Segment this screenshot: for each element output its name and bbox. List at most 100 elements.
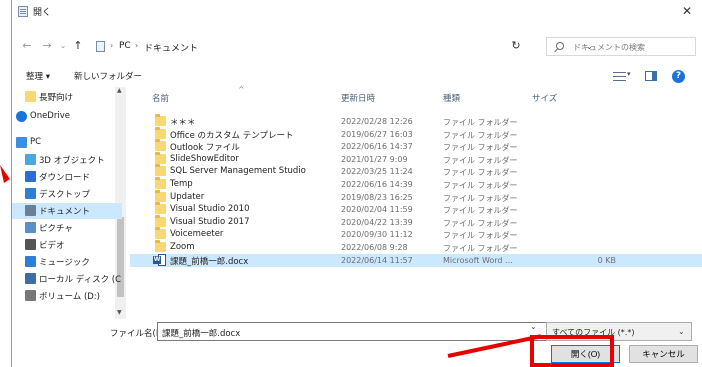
sidebar-item[interactable]: 長野向け bbox=[12, 89, 122, 105]
cancel-button[interactable]: キャンセル bbox=[629, 345, 698, 363]
sidebar-item-label: ボリューム (D:) bbox=[39, 292, 100, 302]
cell-name: Updater bbox=[170, 191, 205, 202]
folder-icon bbox=[155, 177, 166, 189]
sidebar-item[interactable]: ドキュメント bbox=[12, 203, 122, 219]
chevron-down-icon: ⌄ bbox=[678, 327, 685, 336]
column-header-type[interactable]: 種類 bbox=[443, 92, 460, 104]
chevron-down-icon: ⌄ bbox=[59, 41, 67, 50]
table-row[interactable]: Outlook ファイル 2022/06/16 14:37 ファイル フォルダー bbox=[130, 139, 702, 153]
sidebar-item-label: ダウンロード bbox=[39, 173, 91, 183]
table-row[interactable]: Visual Studio 2017 2020/04/22 13:39 ファイル フ… bbox=[130, 214, 702, 229]
documents-icon bbox=[96, 41, 105, 52]
cell-date: 2020/04/22 13:39 bbox=[341, 217, 413, 227]
sidebar-item[interactable]: OneDrive bbox=[12, 109, 122, 125]
sidebar-item[interactable]: ミュージック bbox=[12, 254, 122, 270]
cell-type: ファイル フォルダー bbox=[443, 181, 518, 190]
sidebar-item[interactable]: ピクチャ bbox=[12, 220, 122, 236]
cell-name: 課題_前橋一郎.docx bbox=[170, 256, 249, 267]
table-row[interactable]: Voicemeeter 2020/09/30 11:12 ファイル フォルダー bbox=[130, 227, 702, 241]
view-dropdown-icon[interactable]: ▾ bbox=[627, 70, 631, 78]
cell-type: ファイル フォルダー bbox=[443, 218, 518, 228]
table-row[interactable]: W 課題_前橋一郎.docx 2022/06/14 11:57 Microsoft W… bbox=[130, 253, 702, 267]
folder-icon bbox=[155, 164, 166, 177]
column-header-date[interactable]: 更新日時 bbox=[341, 92, 375, 104]
pc-icon bbox=[16, 137, 27, 148]
cell-date: 2022/03/25 11:24 bbox=[341, 167, 413, 177]
breadcrumb-separator: › bbox=[135, 41, 139, 50]
recent-locations-button[interactable]: ⌄ bbox=[56, 39, 70, 53]
arrow-right-icon: → bbox=[42, 39, 52, 52]
cell-name: Office のカスタム テンプレート bbox=[170, 130, 294, 141]
cell-type: ファイル フォルダー bbox=[443, 193, 518, 203]
forward-button[interactable]: → bbox=[40, 39, 54, 53]
word-document-icon: W bbox=[153, 253, 167, 266]
video-icon bbox=[25, 239, 36, 250]
sidebar-item[interactable]: 3D オブジェクト bbox=[12, 152, 122, 168]
dialog-icon bbox=[18, 6, 28, 17]
view-options-icon[interactable] bbox=[613, 71, 626, 82]
preview-pane-icon[interactable] bbox=[645, 71, 657, 81]
folder-icon bbox=[25, 91, 36, 102]
table-row[interactable]: Visual Studio 2010 2020/02/04 11:59 ファイル フ… bbox=[130, 202, 702, 216]
back-button[interactable]: ← bbox=[20, 39, 34, 53]
chevron-down-icon[interactable]: ⌄ bbox=[530, 322, 537, 331]
cell-name: Zoom bbox=[170, 242, 195, 252]
column-header-size[interactable]: サイズ bbox=[532, 92, 557, 104]
sidebar-item[interactable]: ビデオ bbox=[12, 237, 122, 253]
table-row[interactable]: Temp 2022/06/16 14:39 ファイル フォルダー bbox=[130, 177, 702, 191]
cell-date: 2022/06/16 14:37 bbox=[341, 142, 413, 152]
refresh-button[interactable]: ↻ bbox=[509, 39, 523, 53]
help-icon[interactable]: ? bbox=[672, 70, 685, 83]
cell-date: 2020/02/04 11:59 bbox=[341, 205, 413, 215]
search-input[interactable]: ドキュメントの検索 bbox=[573, 42, 645, 53]
sidebar-item-label: ドキュメント bbox=[39, 207, 91, 217]
dialog-title: 開く bbox=[33, 8, 52, 18]
table-row[interactable]: Updater 2019/08/23 16:25 ファイル フォルダー bbox=[130, 189, 702, 204]
search-box[interactable]: ドキュメントの検索 bbox=[546, 37, 696, 56]
folder-icon bbox=[155, 214, 166, 227]
address-bar[interactable]: › PC › ドキュメント ⌄ bbox=[93, 37, 593, 57]
folder-icon bbox=[155, 189, 166, 202]
sidebar-item[interactable]: PC bbox=[12, 135, 122, 151]
title-bar: 開く ✕ bbox=[12, 0, 702, 22]
folder-icon bbox=[155, 151, 166, 164]
table-row[interactable]: Office のカスタム テンプレート 2019/06/27 16:03 ファイル … bbox=[130, 126, 702, 141]
navigation-bar: ← → ⌄ ↑ › PC › ドキュメント ⌄ ↻ ドキュメントの検索 bbox=[12, 35, 702, 59]
cell-date: 2019/08/23 16:25 bbox=[341, 192, 413, 202]
sidebar-item-label: デスクトップ bbox=[39, 190, 91, 200]
folder-icon bbox=[155, 227, 166, 240]
sidebar-item-label: ローカル ディスク (C bbox=[39, 275, 122, 285]
column-header-name[interactable]: 名前 bbox=[152, 92, 169, 104]
folder-icon bbox=[155, 139, 166, 152]
sidebar-item[interactable]: ローカル ディスク (C bbox=[12, 271, 122, 287]
cell-size: 0 KB bbox=[597, 255, 616, 265]
cell-name: SQL Server Management Studio bbox=[170, 166, 306, 177]
sidebar-item[interactable]: デスクトップ bbox=[12, 186, 122, 202]
folder-icon bbox=[155, 202, 166, 215]
cell-name: Visual Studio 2017 bbox=[170, 216, 250, 227]
cell-type: ファイル フォルダー bbox=[443, 168, 518, 178]
sidebar-item[interactable]: ボリューム (D:) bbox=[12, 288, 122, 304]
table-row[interactable]: SQL Server Management Studio 2022/03/25 1… bbox=[130, 164, 702, 178]
table-row[interactable]: SlideShowEditor 2021/01/27 9:09 ファイル フォルダー bbox=[130, 151, 702, 166]
arrow-left-icon: ← bbox=[22, 39, 32, 52]
cell-date: 2020/09/30 11:12 bbox=[341, 230, 413, 240]
cell-type: ファイル フォルダー bbox=[443, 130, 518, 140]
new-folder-button[interactable]: 新しいフォルダー bbox=[74, 70, 142, 82]
drive-icon bbox=[25, 290, 36, 301]
table-row[interactable]: Zoom 2022/06/08 9:28 ファイル フォルダー bbox=[130, 240, 702, 254]
filename-input[interactable]: 課題_前橋一郎.docx bbox=[157, 322, 555, 341]
up-button[interactable]: ↑ bbox=[71, 39, 85, 53]
desktop-icon bbox=[25, 188, 36, 199]
scroll-down-icon[interactable]: ▼ bbox=[117, 309, 122, 316]
sidebar-item-label: ビデオ bbox=[39, 241, 65, 251]
breadcrumb-pc[interactable]: PC bbox=[119, 41, 131, 51]
cell-date: 2022/06/08 9:28 bbox=[341, 243, 408, 252]
close-button[interactable]: ✕ bbox=[679, 3, 695, 19]
sidebar-item-label: 3D オブジェクト bbox=[39, 156, 105, 166]
command-toolbar: 整理 ▾ 新しいフォルダー ▾ ? bbox=[12, 67, 702, 87]
sidebar-item[interactable]: ダウンロード bbox=[12, 169, 122, 185]
organize-button[interactable]: 整理 ▾ bbox=[26, 70, 50, 82]
breadcrumb-documents[interactable]: ドキュメント bbox=[144, 41, 198, 54]
table-row[interactable]: ＊＊＊ 2022/02/28 12:26 ファイル フォルダー bbox=[130, 114, 702, 128]
